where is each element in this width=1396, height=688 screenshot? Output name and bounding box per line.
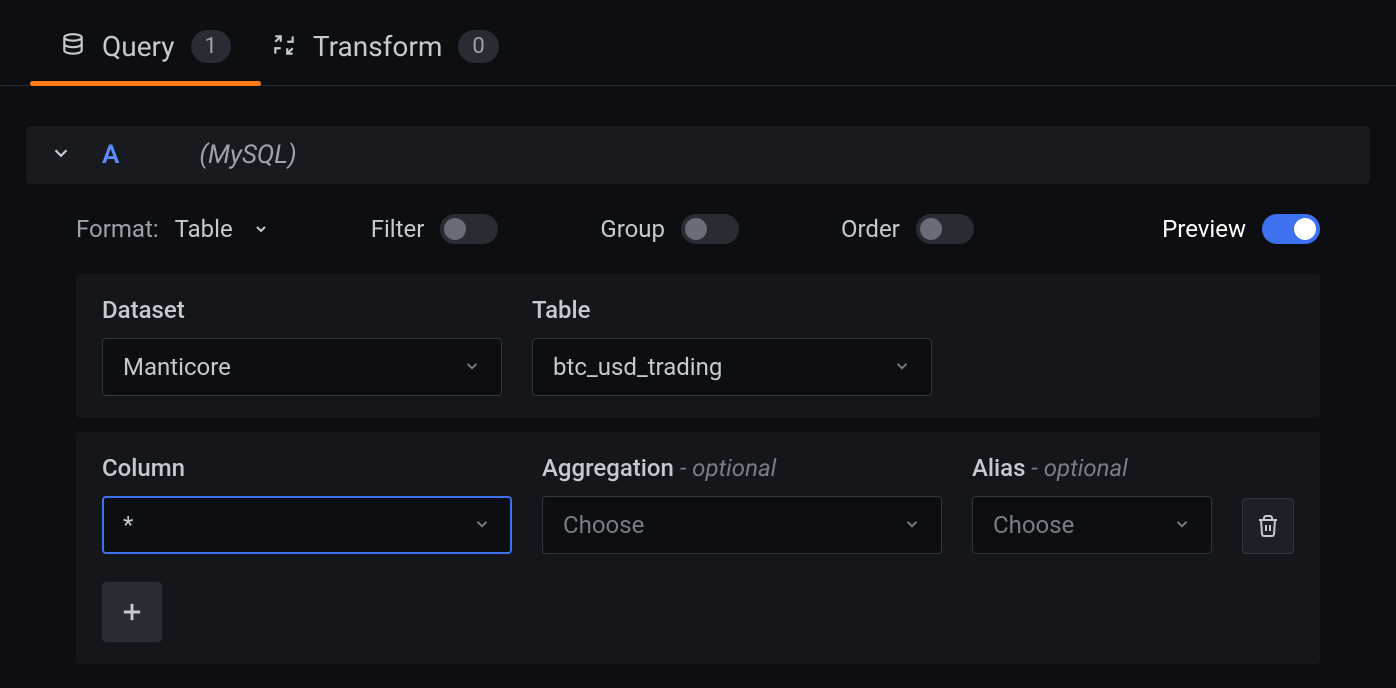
tabs-bar: Query 1 Transform 0: [0, 0, 1396, 86]
delete-row-button[interactable]: [1242, 498, 1294, 554]
alias-label: Alias - optional: [972, 454, 1212, 482]
format-label: Format:: [76, 215, 159, 243]
format-select[interactable]: Table: [175, 215, 269, 243]
order-label: Order: [841, 215, 900, 243]
chevron-down-icon: [1173, 511, 1191, 539]
alias-select[interactable]: Choose: [972, 496, 1212, 554]
group-toggle[interactable]: [681, 214, 739, 244]
aggregation-value: Choose: [563, 511, 644, 539]
tab-transform-label: Transform: [313, 30, 443, 63]
table-value: btc_usd_trading: [553, 353, 722, 381]
filter-label: Filter: [371, 215, 425, 243]
order-toggle[interactable]: [916, 214, 974, 244]
order-toggle-group: Order: [841, 214, 974, 244]
preview-toggle-group: Preview: [1162, 214, 1320, 244]
table-select[interactable]: btc_usd_trading: [532, 338, 932, 396]
column-section: Column * Aggregation - optional Choose: [76, 432, 1320, 664]
tab-query[interactable]: Query 1: [60, 30, 231, 85]
column-label: Column: [102, 454, 512, 482]
chevron-down-icon: [893, 353, 911, 381]
group-label: Group: [600, 215, 665, 243]
query-type: (MySQL): [199, 140, 296, 170]
dataset-value: Manticore: [123, 353, 231, 381]
column-select[interactable]: *: [102, 496, 512, 554]
tab-transform-badge: 0: [458, 30, 498, 63]
database-icon: [60, 32, 86, 62]
trash-icon: [1256, 514, 1280, 538]
dataset-label: Dataset: [102, 296, 502, 324]
controls-row: Format: Table Filter Group Order Preview: [26, 184, 1370, 274]
filter-toggle[interactable]: [440, 214, 498, 244]
chevron-down-icon: [473, 511, 491, 539]
aggregation-select[interactable]: Choose: [542, 496, 942, 554]
group-toggle-group: Group: [600, 214, 739, 244]
plus-icon: [118, 598, 146, 626]
dataset-select[interactable]: Manticore: [102, 338, 502, 396]
add-column-button[interactable]: [102, 582, 162, 642]
chevron-down-icon[interactable]: [50, 142, 72, 168]
chevron-down-icon: [463, 353, 481, 381]
query-header[interactable]: A (MySQL): [26, 126, 1370, 184]
column-value: *: [123, 511, 133, 539]
dataset-section: Dataset Manticore Table btc_usd_trading: [76, 274, 1320, 418]
query-letter: A: [102, 140, 119, 170]
tab-query-badge: 1: [191, 30, 231, 63]
preview-label: Preview: [1162, 215, 1246, 243]
tab-query-label: Query: [102, 30, 175, 63]
tab-transform[interactable]: Transform 0: [271, 30, 499, 85]
chevron-down-icon: [903, 511, 921, 539]
alias-value: Choose: [993, 511, 1074, 539]
filter-toggle-group: Filter: [371, 214, 499, 244]
aggregation-label: Aggregation - optional: [542, 454, 942, 482]
main-content: A (MySQL) Format: Table Filter Group Ord…: [0, 86, 1396, 664]
format-value-text: Table: [175, 215, 233, 243]
preview-toggle[interactable]: [1262, 214, 1320, 244]
transform-icon: [271, 32, 297, 62]
chevron-down-icon: [253, 215, 269, 243]
table-label: Table: [532, 296, 932, 324]
